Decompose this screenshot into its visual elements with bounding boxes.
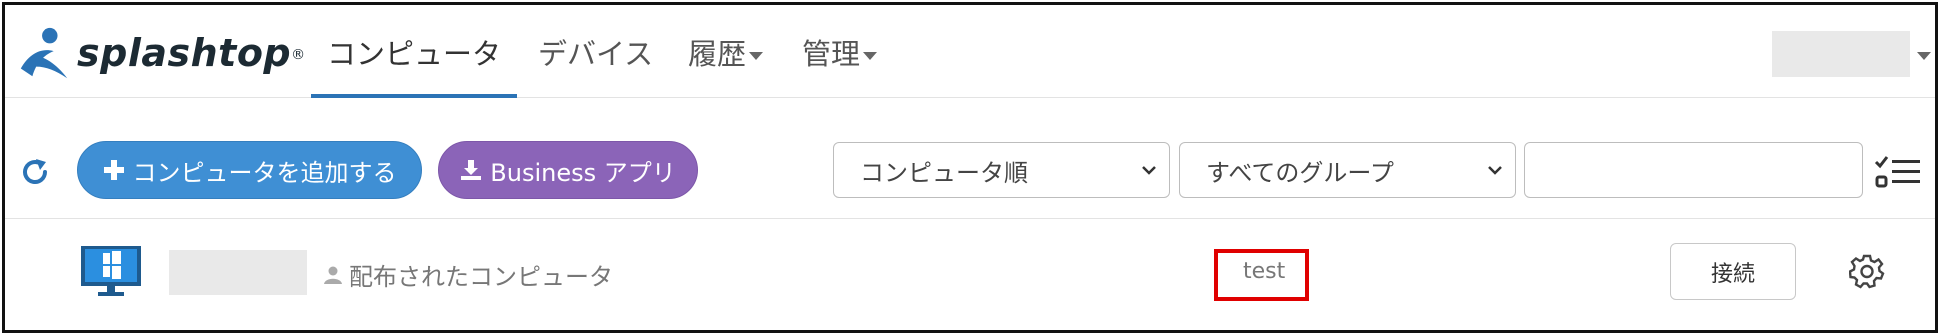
plus-icon (103, 159, 125, 181)
nav-tab-admin[interactable]: 管理 (802, 31, 878, 73)
brand-mark: ® (291, 47, 306, 63)
person-icon (324, 266, 342, 284)
brand-name: splashtop (77, 31, 292, 75)
windows-monitor-icon (81, 246, 141, 296)
top-navbar: splashtop ® コンピュータ デバイス 履歴 管理 (5, 5, 1935, 98)
business-app-label: Business アプリ (490, 158, 676, 187)
download-icon (460, 159, 482, 181)
computer-tag: test (1243, 259, 1286, 284)
group-filter-value: すべてのグループ (1206, 158, 1394, 187)
app-frame: splashtop ® コンピュータ デバイス 履歴 管理 コンピュータを追加す… (2, 2, 1938, 333)
nav-admin-label: 管理 (802, 37, 861, 71)
gear-icon[interactable] (1849, 253, 1885, 289)
row-divider (5, 218, 1935, 219)
caret-down-icon (863, 52, 878, 60)
splashtop-logo[interactable]: splashtop ® (15, 25, 305, 85)
caret-down-icon (749, 52, 764, 60)
connect-button[interactable]: 接続 (1670, 243, 1796, 300)
refresh-icon[interactable] (19, 156, 51, 188)
nav-tab-history[interactable]: 履歴 (688, 31, 764, 73)
nav-active-indicator (311, 94, 517, 98)
distribution-label: 配布されたコンピュータ (349, 263, 613, 291)
chevron-down-icon (1142, 166, 1156, 175)
sort-order-select[interactable]: コンピュータ順 (833, 142, 1170, 198)
nav-history-label: 履歴 (688, 37, 747, 71)
nav-tab-computers[interactable]: コンピュータ (327, 31, 501, 73)
chevron-down-icon (1488, 166, 1502, 175)
search-input[interactable] (1524, 142, 1863, 198)
add-computer-label: コンピュータを追加する (132, 158, 397, 187)
user-menu[interactable] (1772, 31, 1910, 77)
add-computer-button[interactable]: コンピュータを追加する (77, 141, 422, 199)
nav-tab-devices[interactable]: デバイス (538, 31, 653, 73)
sort-order-value: コンピュータ順 (860, 158, 1028, 187)
user-menu-caret-icon[interactable] (1917, 52, 1931, 60)
business-app-button[interactable]: Business アプリ (438, 141, 698, 199)
group-filter-select[interactable]: すべてのグループ (1179, 142, 1516, 198)
list-filter-icon[interactable] (1874, 154, 1922, 188)
computer-name[interactable] (169, 250, 307, 295)
distribution-status: 配布されたコンピュータ (323, 257, 613, 292)
splashtop-logo-icon (20, 27, 68, 79)
